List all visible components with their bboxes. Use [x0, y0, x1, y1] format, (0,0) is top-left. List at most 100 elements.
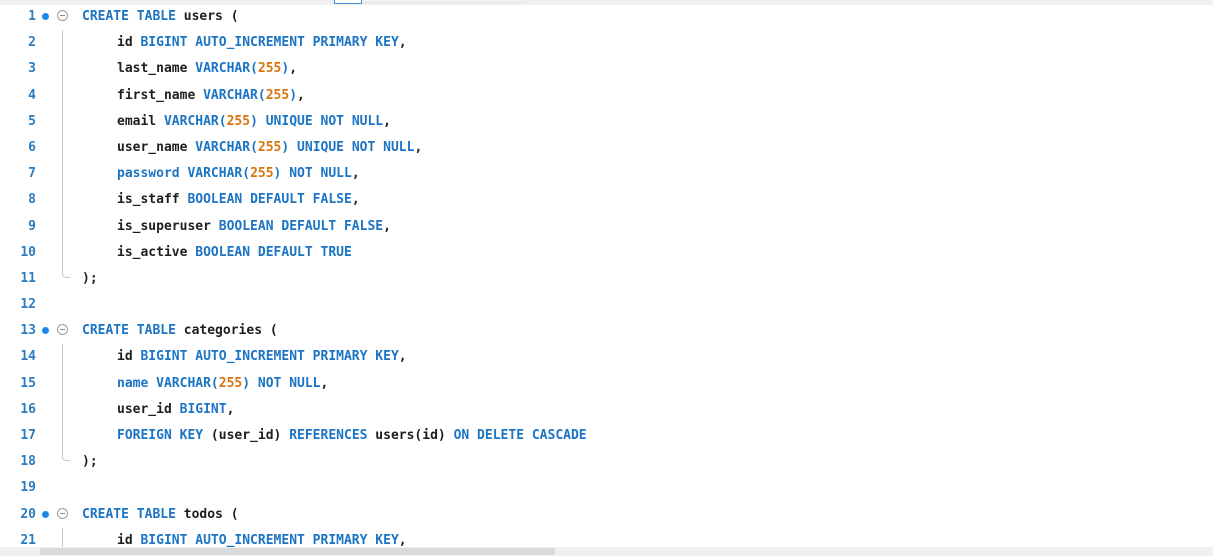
- line-number: 16: [20, 401, 36, 417]
- code-line[interactable]: 5 email VARCHAR(255) UNIQUE NOT NULL,: [0, 108, 1213, 135]
- line-number: 7: [28, 166, 36, 182]
- code-line[interactable]: 11);: [0, 265, 1213, 292]
- code-token: ON DELETE CASCADE: [453, 428, 587, 443]
- line-number: 12: [20, 297, 36, 313]
- line-number: 4: [28, 87, 36, 103]
- code-line[interactable]: 18);: [0, 449, 1213, 475]
- line-number: 6: [28, 139, 36, 155]
- code-text[interactable]: id BIGINT AUTO_INCREMENT PRIMARY KEY,: [82, 344, 407, 370]
- statement-marker-icon[interactable]: [42, 510, 49, 518]
- code-line[interactable]: 12: [0, 292, 1213, 318]
- code-token: ,: [398, 349, 407, 365]
- code-token: ,: [398, 35, 407, 51]
- code-line[interactable]: 15 name VARCHAR(255) NOT NULL,: [0, 370, 1213, 397]
- code-token: 255: [218, 375, 243, 391]
- code-text[interactable]: id BIGINT AUTO_INCREMENT PRIMARY KEY,: [82, 30, 407, 56]
- code-token: CREATE TABLE: [82, 9, 184, 24]
- fold-guide: [62, 161, 63, 188]
- fold-guide: [62, 56, 63, 83]
- code-token: VARCHAR(: [195, 61, 258, 77]
- code-token: user_id: [117, 401, 180, 417]
- code-token: users(id): [375, 428, 454, 443]
- code-text[interactable]: is_staff BOOLEAN DEFAULT FALSE,: [82, 187, 360, 213]
- code-token: 255: [226, 113, 251, 129]
- code-token: BIGINT: [179, 401, 227, 417]
- line-number: 10: [20, 244, 36, 260]
- code-text[interactable]: name VARCHAR(255) NOT NULL,: [82, 371, 328, 397]
- code-text[interactable]: CREATE TABLE users (: [82, 4, 239, 30]
- statement-marker-icon[interactable]: [42, 327, 49, 335]
- code-line[interactable]: 17 FOREIGN KEY (user_id) REFERENCES users…: [0, 423, 1213, 450]
- code-line[interactable]: 10 is_active BOOLEAN DEFAULT TRUE: [0, 239, 1213, 266]
- line-number: 3: [28, 61, 36, 77]
- code-token: VARCHAR(: [163, 113, 227, 129]
- fold-toggle-icon[interactable]: [57, 10, 68, 21]
- fold-toggle-icon[interactable]: [57, 324, 68, 336]
- line-number: 20: [20, 506, 36, 522]
- code-line[interactable]: 20 CREATE TABLE todos (: [0, 502, 1213, 528]
- code-token: (: [230, 506, 239, 522]
- fold-guide: [62, 239, 63, 266]
- code-token: BIGINT AUTO_INCREMENT PRIMARY KEY: [140, 532, 399, 548]
- horizontal-scrollbar-thumb[interactable]: [40, 548, 555, 555]
- code-text[interactable]: is_superuser BOOLEAN DEFAULT FALSE,: [82, 214, 391, 240]
- code-token: ,: [289, 61, 298, 77]
- code-text[interactable]: user_id BIGINT,: [82, 397, 234, 423]
- code-token: BOOLEAN DEFAULT FALSE: [187, 192, 352, 208]
- code-token: ,: [383, 113, 391, 129]
- code-text[interactable]: email VARCHAR(255) UNIQUE NOT NULL,: [82, 109, 391, 135]
- code-text[interactable]: CREATE TABLE todos (: [82, 502, 239, 528]
- code-text[interactable]: last_name VARCHAR(255),: [82, 56, 297, 82]
- code-token: BIGINT AUTO_INCREMENT PRIMARY KEY: [140, 349, 399, 365]
- code-line[interactable]: 7 password VARCHAR(255) NOT NULL,: [0, 161, 1213, 188]
- code-token: categories: [183, 323, 270, 339]
- code-token: 255: [265, 87, 290, 103]
- code-line[interactable]: 1 CREATE TABLE users (: [0, 4, 1213, 30]
- line-number: 8: [28, 192, 36, 208]
- code-text[interactable]: user_name VARCHAR(255) UNIQUE NOT NULL,: [82, 135, 422, 161]
- code-text[interactable]: CREATE TABLE categories (: [82, 318, 278, 344]
- code-text[interactable]: );: [82, 266, 98, 292]
- code-line[interactable]: 3 last_name VARCHAR(255),: [0, 56, 1213, 83]
- code-token: name VARCHAR(: [117, 375, 219, 391]
- code-token: REFERENCES: [289, 428, 376, 443]
- code-token: password VARCHAR(: [117, 166, 251, 182]
- code-token: id: [117, 349, 141, 365]
- line-number: 15: [20, 375, 36, 391]
- code-token: email: [117, 113, 164, 129]
- code-token: ) NOT NULL: [273, 166, 352, 182]
- line-number: 14: [20, 349, 36, 365]
- horizontal-scrollbar[interactable]: [0, 547, 1213, 556]
- code-text[interactable]: FOREIGN KEY (user_id) REFERENCES users(i…: [82, 423, 587, 449]
- code-line[interactable]: 2 id BIGINT AUTO_INCREMENT PRIMARY KEY,: [0, 30, 1213, 57]
- code-token: is_superuser: [117, 218, 219, 234]
- fold-guide: [62, 187, 63, 214]
- code-token: BIGINT AUTO_INCREMENT PRIMARY KEY: [140, 35, 399, 51]
- line-number: 18: [20, 454, 36, 470]
- statement-marker-icon[interactable]: [42, 13, 49, 20]
- code-token: ): [289, 87, 298, 103]
- code-token: ,: [351, 192, 360, 208]
- code-line[interactable]: 4 first_name VARCHAR(255),: [0, 82, 1213, 109]
- code-text[interactable]: password VARCHAR(255) NOT NULL,: [82, 161, 360, 187]
- code-line[interactable]: 9 is_superuser BOOLEAN DEFAULT FALSE,: [0, 213, 1213, 240]
- line-number: 17: [20, 428, 36, 443]
- code-token: 255: [257, 61, 282, 77]
- code-line[interactable]: 19: [0, 475, 1213, 501]
- code-token: id: [117, 532, 141, 548]
- code-token: is_active: [117, 244, 196, 260]
- fold-guide: [62, 134, 63, 162]
- sql-editor[interactable]: 1 CREATE TABLE users ( 2 id BIGINT AUTO_INC…: [0, 0, 1213, 556]
- code-line[interactable]: 16 user_id BIGINT,: [0, 396, 1213, 423]
- code-line[interactable]: 14 id BIGINT AUTO_INCREMENT PRIMARY KEY,: [0, 344, 1213, 371]
- fold-guide-end: [62, 265, 70, 278]
- line-number: 2: [28, 35, 36, 51]
- fold-toggle-icon[interactable]: [57, 507, 68, 519]
- code-line[interactable]: 13 CREATE TABLE categories (: [0, 318, 1213, 344]
- fold-guide: [62, 396, 63, 423]
- code-text[interactable]: is_active BOOLEAN DEFAULT TRUE: [82, 240, 352, 266]
- code-line[interactable]: 6 user_name VARCHAR(255) UNIQUE NOT NULL,: [0, 134, 1213, 162]
- code-text[interactable]: first_name VARCHAR(255),: [82, 83, 305, 109]
- code-line[interactable]: 8 is_staff BOOLEAN DEFAULT FALSE,: [0, 187, 1213, 214]
- code-text[interactable]: );: [82, 449, 98, 475]
